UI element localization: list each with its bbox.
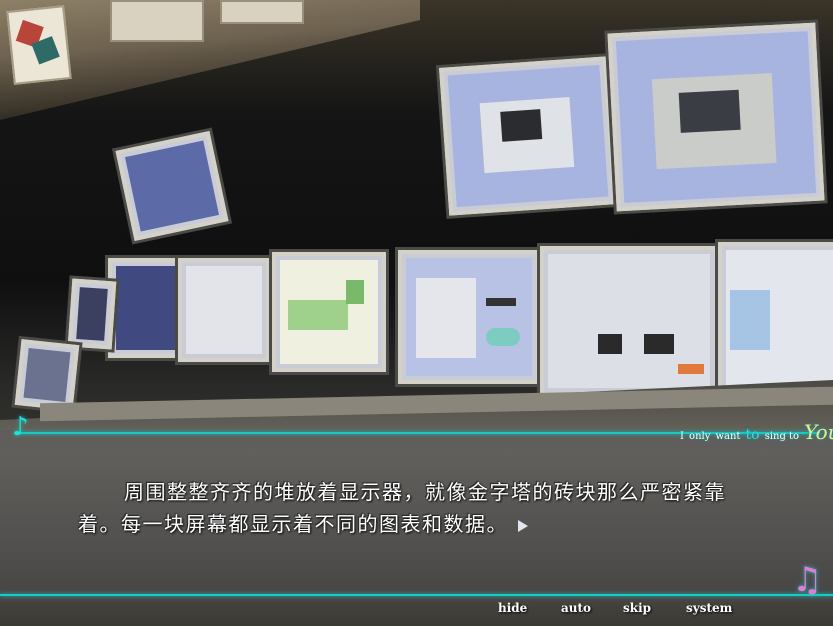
tagline-part: want — [715, 431, 741, 442]
triangle-arrow-icon[interactable] — [518, 519, 528, 532]
monitor — [718, 242, 833, 396]
monitor — [14, 339, 80, 411]
game-scene: ♪ ♫ I only want to sing to You 周围整整齐齐的堆放… — [0, 0, 833, 626]
monitor — [398, 250, 540, 384]
tagline-part: only — [689, 431, 711, 442]
system-menu: hide auto skip system — [0, 601, 833, 619]
monitor — [439, 56, 617, 216]
dialogue-text: 周围整整齐齐的堆放着显示器，就像金字塔的砖块那么严密紧靠着。每一块屏幕都显示着不… — [78, 480, 726, 536]
ceiling-panel — [220, 0, 304, 24]
dialogue-bottom-line — [0, 594, 833, 596]
tagline: I only want to sing to You — [680, 420, 833, 448]
auto-button[interactable]: auto — [561, 601, 591, 615]
monitor — [540, 246, 718, 396]
monitor — [178, 258, 270, 362]
tagline-part: I — [680, 431, 684, 442]
monitor — [67, 278, 117, 350]
music-note-icon: ♪ — [12, 412, 29, 442]
hide-button[interactable]: hide — [498, 601, 527, 615]
tagline-part: You — [804, 420, 833, 444]
wall-poster — [6, 5, 72, 85]
monitor — [272, 252, 386, 372]
system-button[interactable]: system — [686, 601, 732, 615]
dialogue-text-container: 周围整整齐齐的堆放着显示器，就像金字塔的砖块那么严密紧靠着。每一块屏幕都显示着不… — [78, 476, 768, 540]
music-note-icon: ♫ — [792, 560, 823, 600]
tagline-part: sing to — [764, 431, 800, 442]
monitor — [115, 131, 229, 241]
monitor — [607, 22, 825, 212]
skip-button[interactable]: skip — [623, 601, 651, 615]
monitor — [108, 258, 188, 358]
tagline-part: to — [745, 427, 760, 443]
ceiling-panel — [110, 0, 204, 42]
